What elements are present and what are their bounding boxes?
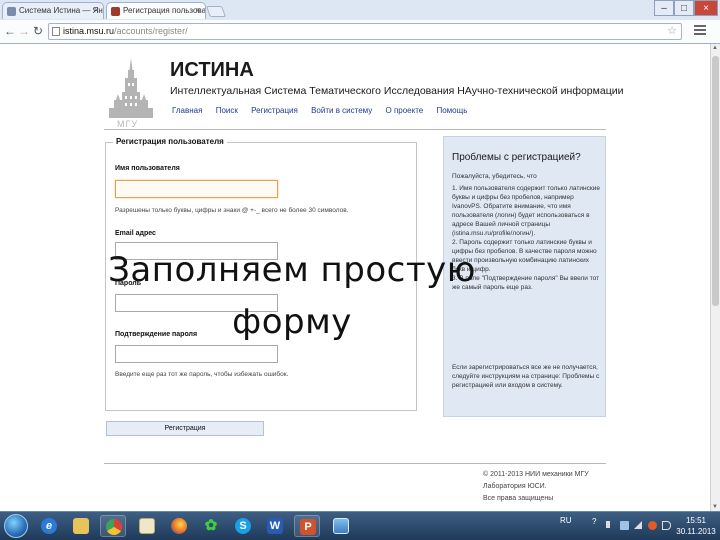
footer-copyright: © 2011-2013 НИИ механики МГУ	[483, 471, 589, 478]
language-indicator[interactable]: RU	[560, 516, 572, 525]
page-scrollbar[interactable]: ▲ ▼	[710, 44, 720, 511]
powerpoint-icon[interactable]: P	[294, 515, 320, 537]
slide-caption: Заполняем простую форму	[108, 250, 476, 342]
bookmark-star-icon[interactable]: ☆	[667, 24, 677, 39]
footer-lab: Лаборатория ЮСИ.	[483, 483, 547, 490]
header-divider	[104, 129, 606, 130]
flag-tray-icon[interactable]	[606, 521, 615, 528]
scroll-down-icon[interactable]: ▼	[712, 504, 718, 510]
clock-date: 30.11.2013	[676, 527, 716, 536]
username-hint: Разрешены только буквы, цифры и знаки @ …	[115, 207, 349, 214]
scroll-up-icon[interactable]: ▲	[712, 45, 718, 51]
tab-title: Система Истина — Яндекс	[19, 6, 103, 15]
monitor-tray-icon[interactable]	[620, 521, 629, 530]
file-explorer-icon[interactable]	[68, 515, 94, 537]
notes-icon[interactable]	[134, 515, 160, 537]
firefox-icon[interactable]	[166, 515, 192, 537]
clock-time: 15:51	[685, 516, 707, 525]
tab-close-icon[interactable]: ×	[196, 5, 201, 15]
minimize-button[interactable]: –	[654, 0, 674, 16]
help-tray-icon[interactable]: ?	[592, 517, 601, 526]
footer-divider	[104, 463, 606, 464]
email-label: Email адрес	[115, 230, 156, 237]
help-intro: Пожалуйста, убедитесь, что	[452, 173, 537, 180]
internet-explorer-icon[interactable]: e	[36, 515, 62, 537]
skype-icon[interactable]: S	[230, 515, 256, 537]
username-label: Имя пользователя	[115, 165, 180, 172]
maximize-button[interactable]: □	[674, 0, 694, 16]
url-path: /accounts/register/	[114, 26, 188, 36]
help-title: Проблемы с регистрацией?	[452, 152, 581, 163]
network-signal-icon[interactable]	[634, 521, 642, 529]
username-input[interactable]	[115, 180, 278, 198]
help-outro: Если зарегистрироваться все же не получа…	[452, 364, 600, 389]
istina-favicon-icon	[111, 7, 120, 16]
icq-flower-icon[interactable]: ✿	[198, 515, 224, 537]
chrome-icon[interactable]	[100, 515, 126, 537]
main-menu: Главная Поиск Регистрация Войти в систем…	[172, 106, 478, 115]
logo-caption: МГУ	[117, 119, 139, 129]
register-button[interactable]: Регистрация	[106, 421, 264, 436]
menu-item-search[interactable]: Поиск	[216, 106, 238, 115]
windows-taskbar: e ✿ S W P RU ? 15:51 30.11.2013	[0, 511, 720, 540]
tab-registration[interactable]: Регистрация пользовате ×	[106, 2, 206, 19]
site-subtitle: Интеллектуальная Система Тематического И…	[170, 85, 624, 97]
browser-chrome: Система Истина — Яндекс × Регистрация по…	[0, 0, 720, 44]
menu-item-register[interactable]: Регистрация	[251, 106, 298, 115]
tab-title: Регистрация пользовате	[123, 6, 206, 15]
new-tab-button[interactable]	[205, 6, 227, 17]
menu-item-help[interactable]: Помощь	[436, 106, 467, 115]
address-bar[interactable]: istina.msu.ru/accounts/register/ ☆	[48, 23, 682, 40]
update-tray-icon[interactable]	[648, 521, 657, 530]
start-button[interactable]	[4, 514, 28, 538]
menu-item-home[interactable]: Главная	[172, 106, 202, 115]
menu-item-login[interactable]: Войти в систему	[311, 106, 372, 115]
page-icon	[52, 27, 60, 36]
picture-viewer-icon[interactable]	[328, 515, 354, 537]
menu-item-about[interactable]: О проекте	[386, 106, 424, 115]
menu-icon[interactable]	[694, 25, 706, 37]
url-host: istina.msu.ru	[63, 26, 115, 36]
footer-rights: Все права защищены	[483, 495, 554, 502]
word-icon[interactable]: W	[262, 515, 288, 537]
help-list-item: 1. Имя пользователя содержит только лати…	[452, 185, 600, 237]
system-clock[interactable]: 15:51 30.11.2013	[675, 515, 717, 537]
reload-icon[interactable]: ↻	[33, 24, 43, 38]
site-title: ИСТИНА	[170, 59, 254, 81]
navigation-bar: ← → ↻ istina.msu.ru/accounts/register/ ☆	[0, 20, 720, 43]
forward-arrow-icon[interactable]: →	[18, 24, 30, 38]
tab-yandex[interactable]: Система Истина — Яндекс ×	[2, 2, 104, 19]
confirm-password-hint: Введите еще раз тот же пароль, чтобы изб…	[115, 371, 289, 378]
form-legend: Регистрация пользователя	[113, 137, 227, 146]
back-arrow-icon[interactable]: ←	[4, 24, 16, 38]
yandex-favicon-icon	[7, 7, 16, 16]
scroll-thumb[interactable]	[712, 56, 719, 306]
volume-speaker-icon[interactable]	[662, 521, 671, 530]
close-window-button[interactable]: ×	[694, 0, 718, 16]
tab-close-icon[interactable]: ×	[94, 5, 99, 15]
